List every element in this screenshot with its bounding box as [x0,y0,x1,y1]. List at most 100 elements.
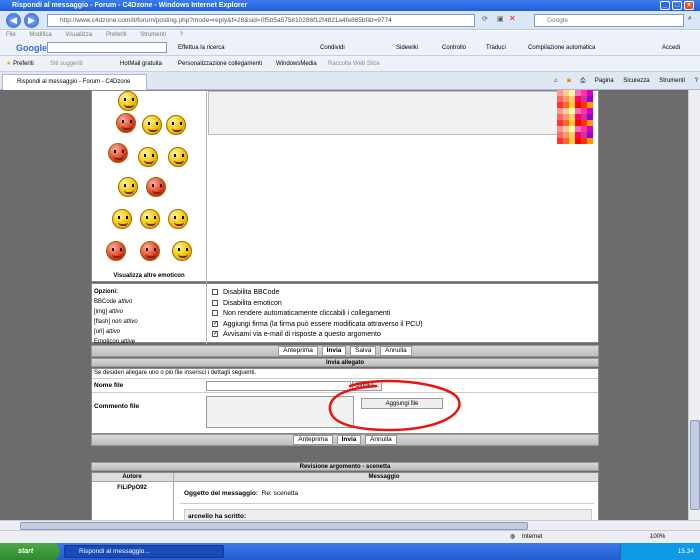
emoticon-icon[interactable] [166,115,186,135]
cmd-sicurezza[interactable]: Sicurezza [623,78,649,84]
signin-button[interactable]: Accedi [662,40,680,56]
search-icon[interactable]: ⌕ [688,15,692,23]
sidewiki-button[interactable]: Sidewiki [396,40,418,56]
menu-file[interactable]: File [6,32,16,38]
compatibility-icon[interactable]: ▣ [497,15,504,23]
fav-web-slice[interactable]: Raccolta Web Slice [328,56,380,72]
forward-button[interactable]: ▶ [24,13,39,28]
more-emoticons-link[interactable]: Visualizza altre emoticon [92,273,206,279]
status-label: [url] [94,329,105,335]
status-label: [flash] [94,319,111,325]
checkbox-label: Non rendere automaticamente cliccabili i… [223,310,391,317]
emoticon-icon[interactable] [116,113,136,133]
check-button[interactable]: Controllo [442,40,466,56]
start-button[interactable]: start [0,543,60,560]
search-input[interactable]: Google [534,14,684,27]
favorites-button[interactable]: ★ Preferiti [6,56,34,72]
options-status: Opzioni: BBCode attivo [img] attivo [fla… [92,284,207,345]
emoticon-icon[interactable] [138,147,158,167]
status-value: non attivo [111,319,138,325]
close-button[interactable]: × [684,1,694,10]
home-icon[interactable]: ⌂ [554,78,558,84]
window-title: Rispondi al messaggio - Forum - C4Dzone … [12,2,248,9]
checkbox[interactable] [212,310,218,317]
review-author: FiLiPpO92 [117,485,147,491]
emoticon-icon[interactable] [172,241,192,261]
fav-personalizzazione[interactable]: Personalizzazione collegamenti [178,56,262,72]
emoticon-icon[interactable] [108,143,128,163]
status-line: [img] attivo [94,307,204,317]
status-line: [url] attivo [94,327,204,337]
emoticon-icon[interactable] [168,209,188,229]
emoticon-icon[interactable] [140,209,160,229]
command-bar: ⌂ ◙ ⎙ Pagina Sicurezza Strumenti ? [546,72,698,90]
emoticon-icon[interactable] [146,177,166,197]
color-palette[interactable] [557,90,593,148]
comment-label: Commento file [94,403,140,410]
review-subject: Oggetto del messaggio: Re: scenetta [184,490,298,497]
address-row: ◀ ▶ http://www.c4dzone.com/it/forum/post… [0,11,700,30]
menu-visualizza[interactable]: Visualizza [65,32,92,38]
emoticon-icon[interactable] [142,115,162,135]
menu-preferiti[interactable]: Preferiti [106,32,127,38]
menu-modifica[interactable]: Modifica [29,32,51,38]
window-title-bar: Rispondi al messaggio - Forum - C4Dzone … [0,0,700,11]
share-button[interactable]: Condividi [320,40,345,56]
checkbox-checked[interactable]: ✓ [212,331,218,338]
emoticon-icon[interactable] [118,91,138,111]
cmd-pagina[interactable]: Pagina [595,78,614,84]
rss-icon[interactable]: ◙ [567,78,571,84]
fav-siti-suggeriti[interactable]: Siti suggeriti [50,56,83,72]
submit-button[interactable]: Invia [321,346,347,356]
checkbox[interactable] [212,289,218,296]
google-search-input[interactable] [47,42,167,53]
refresh-icon[interactable]: ⟳ [482,15,488,23]
emoticon-icon[interactable] [168,147,188,167]
translate-button[interactable]: Traduci [486,40,506,56]
fav-windowsmedia[interactable]: WindowsMedia [276,56,317,72]
scrollbar-thumb[interactable] [20,522,528,530]
subject-label: Oggetto del messaggio: [184,490,259,497]
stop-icon[interactable]: ✕ [509,14,516,23]
option-email-notify[interactable]: ✓ Avvisami via e-mail di risposte a quest… [212,330,592,341]
emoticon-icon[interactable] [140,241,160,261]
scrollbar-thumb[interactable] [690,420,700,510]
menu-help[interactable]: ? [180,32,183,38]
minimize-button[interactable]: _ [660,1,670,10]
star-icon: ★ [6,61,12,67]
option-attach-signature[interactable]: ✓ Aggiungi firma (la firma può essere mod… [212,320,592,331]
emoticon-icon[interactable] [112,209,132,229]
globe-icon: ◍ [510,534,516,540]
save-button[interactable]: Salva [350,346,377,356]
checkbox-checked[interactable]: ✓ [212,320,218,327]
option-disable-emoticons[interactable]: Disabilita emoticon [212,299,592,310]
fav-hotmail[interactable]: HotMail gratuita [120,56,162,72]
status-line: BBCode attivo [94,297,204,307]
cancel-button[interactable]: Annulla [380,346,412,356]
zoom-level[interactable]: 100% [650,531,665,543]
emoticon-icon[interactable] [118,177,138,197]
option-no-autolinks[interactable]: Non rendere automaticamente cliccabili i… [212,309,592,320]
back-button[interactable]: ◀ [6,13,21,28]
help-icon[interactable]: ? [695,78,698,84]
cmd-strumenti[interactable]: Strumenti [659,78,685,84]
checkbox[interactable] [212,299,218,306]
menu-strumenti[interactable]: Strumenti [140,32,166,38]
address-bar[interactable]: http://www.c4dzone.com/it/forum/posting.… [47,14,475,27]
print-icon[interactable]: ⎙ [580,78,585,84]
option-disable-bbcode[interactable]: Disabilita BBCode [212,288,592,299]
emoticon-icon[interactable] [106,241,126,261]
google-search-button[interactable]: Effettua la ricerca [178,40,225,56]
tab-current[interactable]: Rispondi al messaggio - Forum - C4Dzone [2,74,147,90]
review-quote: arcnello ha scritto: [184,509,592,520]
message-textarea[interactable] [208,91,558,135]
palette-swatch[interactable] [587,138,593,144]
start-label: start [18,548,34,555]
autofill-button[interactable]: Compilazione automatica [528,40,595,56]
maximize-button[interactable]: □ [672,1,682,10]
preview-button[interactable]: Anteprima [278,346,318,356]
favorites-label: Preferiti [13,61,34,67]
taskbar-item-ie[interactable]: Rispondi al messaggio... [64,545,224,558]
vertical-scrollbar[interactable] [688,90,700,520]
horizontal-scrollbar[interactable] [0,520,700,530]
